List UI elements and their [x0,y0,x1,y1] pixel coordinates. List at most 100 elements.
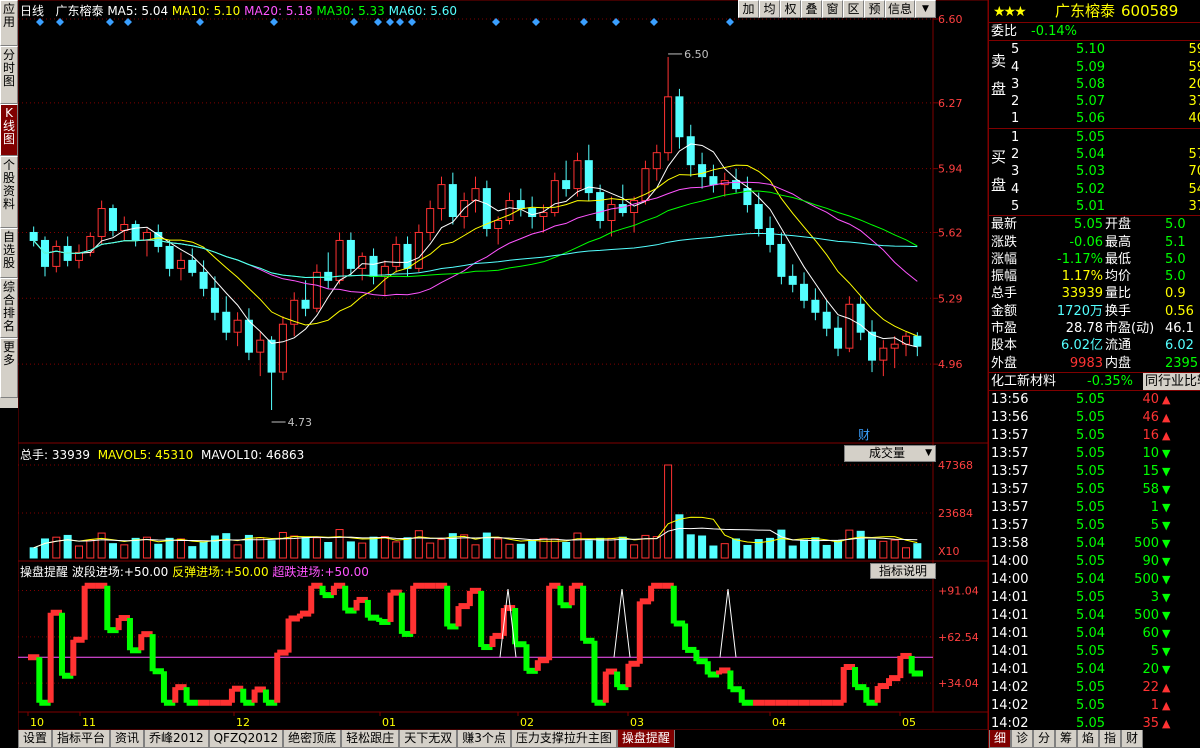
tick-volume: 1 [1150,500,1159,516]
toolbar-button-4[interactable]: 窗 [822,0,843,18]
side-tab-5[interactable]: 综合排名 [0,278,18,338]
chevron-down-icon[interactable]: ▼ [915,0,937,18]
buy-level-3[interactable]: 3 5.03 70 [989,163,1200,180]
tick-price: 5.04 [1076,536,1105,552]
indicator-tab-1[interactable]: 指标平台 [52,730,111,748]
tick-volume: 1 [1150,698,1159,714]
volume-bar [913,543,922,559]
volume-bar [222,533,231,559]
tick-time: 14:02 [991,680,1029,696]
stat-row-5: 金额 1720万 换手 0.56 [989,303,1200,320]
volume-bar [210,535,219,559]
candle-body [664,96,673,154]
indicator-tab-5[interactable]: 绝密顶底 [283,730,342,748]
quote-tab-3[interactable]: 筹 [1055,730,1077,748]
stat-label: 股本 [991,338,1018,354]
indicator-help-button[interactable]: 指标说明 [870,563,936,579]
sell-level-4[interactable]: 4 5.09 59 [989,59,1200,76]
stat-value: 5.05 [1074,217,1103,233]
volume-bar [97,532,106,559]
x-axis-month-label: 03 [630,716,644,729]
side-tab-2[interactable]: K线图 [0,104,18,156]
tick-volume: 40 [1142,392,1159,408]
price-axis-label: 5.29 [938,292,963,305]
sell-level-2[interactable]: 2 5.07 37 [989,93,1200,110]
candle-body [890,343,899,349]
toolbar-button-3[interactable]: 叠 [801,0,822,18]
candle-body [641,168,650,202]
quote-tab-5[interactable]: 指 [1099,730,1121,748]
toolbar-button-5[interactable]: 区 [843,0,864,18]
tick-volume: 90 [1142,554,1159,570]
tick-list[interactable]: 13:56 5.05 40 ▲ 13:56 5.05 46 ▲ 13:57 5.05 16 ▲ 13:5… [989,391,1200,733]
sell-level-5[interactable]: 5 5.10 59 [989,41,1200,58]
buy-level-4[interactable]: 4 5.02 54 [989,181,1200,198]
stat-value: 9983 [1069,355,1103,371]
sell-level-1[interactable]: 1 5.06 40 [989,110,1200,127]
tick-row: 13:58 5.04 500 ▼ [989,535,1200,553]
quote-tab-2[interactable]: 分 [1033,730,1055,748]
finance-marker-icon[interactable]: 财 [858,428,870,442]
stat-label: 最新 [991,217,1018,233]
buy-level-2[interactable]: 2 5.04 57 [989,146,1200,163]
toolbar-button-1[interactable]: 均 [759,0,780,18]
buy-level-1[interactable]: 1 5.05 [989,129,1200,146]
quote-tab-4[interactable]: 焰 [1077,730,1099,748]
volume-bar [596,537,605,559]
arrow-up-icon: ▲ [1162,429,1171,443]
quote-tab-1[interactable]: 诊 [1011,730,1033,748]
volume-bar [63,534,72,559]
side-tab-4[interactable]: 自选股 [0,228,18,278]
indicator-tab-0[interactable]: 设置 [18,730,53,748]
indicator-tab-2[interactable]: 资讯 [110,730,145,748]
stat-value: -1.17% [1057,251,1103,267]
stock-name-label: 广东榕泰 [55,4,104,18]
tick-row: 14:00 5.05 90 ▼ [989,553,1200,571]
stat-label: 市盈 [991,321,1018,337]
industry-compare-button[interactable]: 同行业比较 [1143,372,1200,390]
buy-level-5[interactable]: 5 5.01 37 [989,198,1200,215]
volume-indicator-dropdown[interactable]: 成交量 ▼ [844,445,936,462]
tick-price: 5.04 [1076,572,1105,588]
candle-body [222,311,231,333]
price-axis-label: 5.62 [938,226,963,239]
candle-body [596,192,605,222]
toolbar-button-7[interactable]: 信息 [885,0,916,18]
quote-tab-0[interactable]: 细 [989,730,1011,748]
candle-body [675,96,684,138]
quote-stats: 最新 5.05 开盘 5.0 涨跌 -0.06 最高 5.1 涨幅 -1.17% 最低 5.0 振幅 1.… [989,216,1200,372]
candle-body [845,303,854,349]
volume-bar [777,529,786,559]
kline-chart-area[interactable]: 6.60 6.27 5.94 5.62 5.29 4.96 6.50 4.73 财 47368 23… [18,0,988,730]
tick-volume: 5 [1150,644,1159,660]
kline-chart-canvas[interactable]: 6.60 6.27 5.94 5.62 5.29 4.96 6.50 4.73 财 47368 23… [18,0,988,730]
x-axis-month-label: 05 [902,716,916,729]
stat-row-3: 振幅 1.17% 均价 5.0 [989,268,1200,285]
volume-bar [879,540,888,559]
indicator-tab-10[interactable]: 操盘提醒 [616,730,675,748]
candle-body [335,239,344,281]
toolbar-button-0[interactable]: 加 [738,0,759,18]
indicator-tab-9[interactable]: 压力支撑拉升主图 [510,730,617,748]
indicator-tab-6[interactable]: 轻松跟庄 [341,730,400,748]
toolbar-button-2[interactable]: 权 [780,0,801,18]
sell-level-3[interactable]: 3 5.08 20 [989,76,1200,93]
side-tab-6[interactable]: 更多 [0,338,18,398]
ma-legend: 日线 广东榕泰 MA5: 5.04 MA10: 5.10 MA20: 5.18 … [20,2,457,19]
indicator-tab-3[interactable]: 乔峰2012 [144,730,209,748]
tick-time: 14:00 [991,572,1029,588]
side-tab-1[interactable]: 分时图 [0,46,18,104]
volume-bar [664,464,673,559]
indicator-tab-4[interactable]: QFZQ2012 [208,730,284,748]
tick-time: 14:01 [991,644,1029,660]
toolbar-button-6[interactable]: 预 [864,0,885,18]
candle-body [618,204,627,214]
side-tab-3[interactable]: 个股资料 [0,156,18,228]
indicator-tab-8[interactable]: 赚3个点 [457,730,511,748]
quote-tab-6[interactable]: 财 [1121,730,1143,748]
tick-time: 14:00 [991,554,1029,570]
stat-label: 外盘 [991,355,1018,371]
indicator-tab-7[interactable]: 天下无双 [399,730,458,748]
stat-value: 28.78 [1065,321,1103,337]
side-tab-0[interactable]: 应用 [0,0,18,46]
